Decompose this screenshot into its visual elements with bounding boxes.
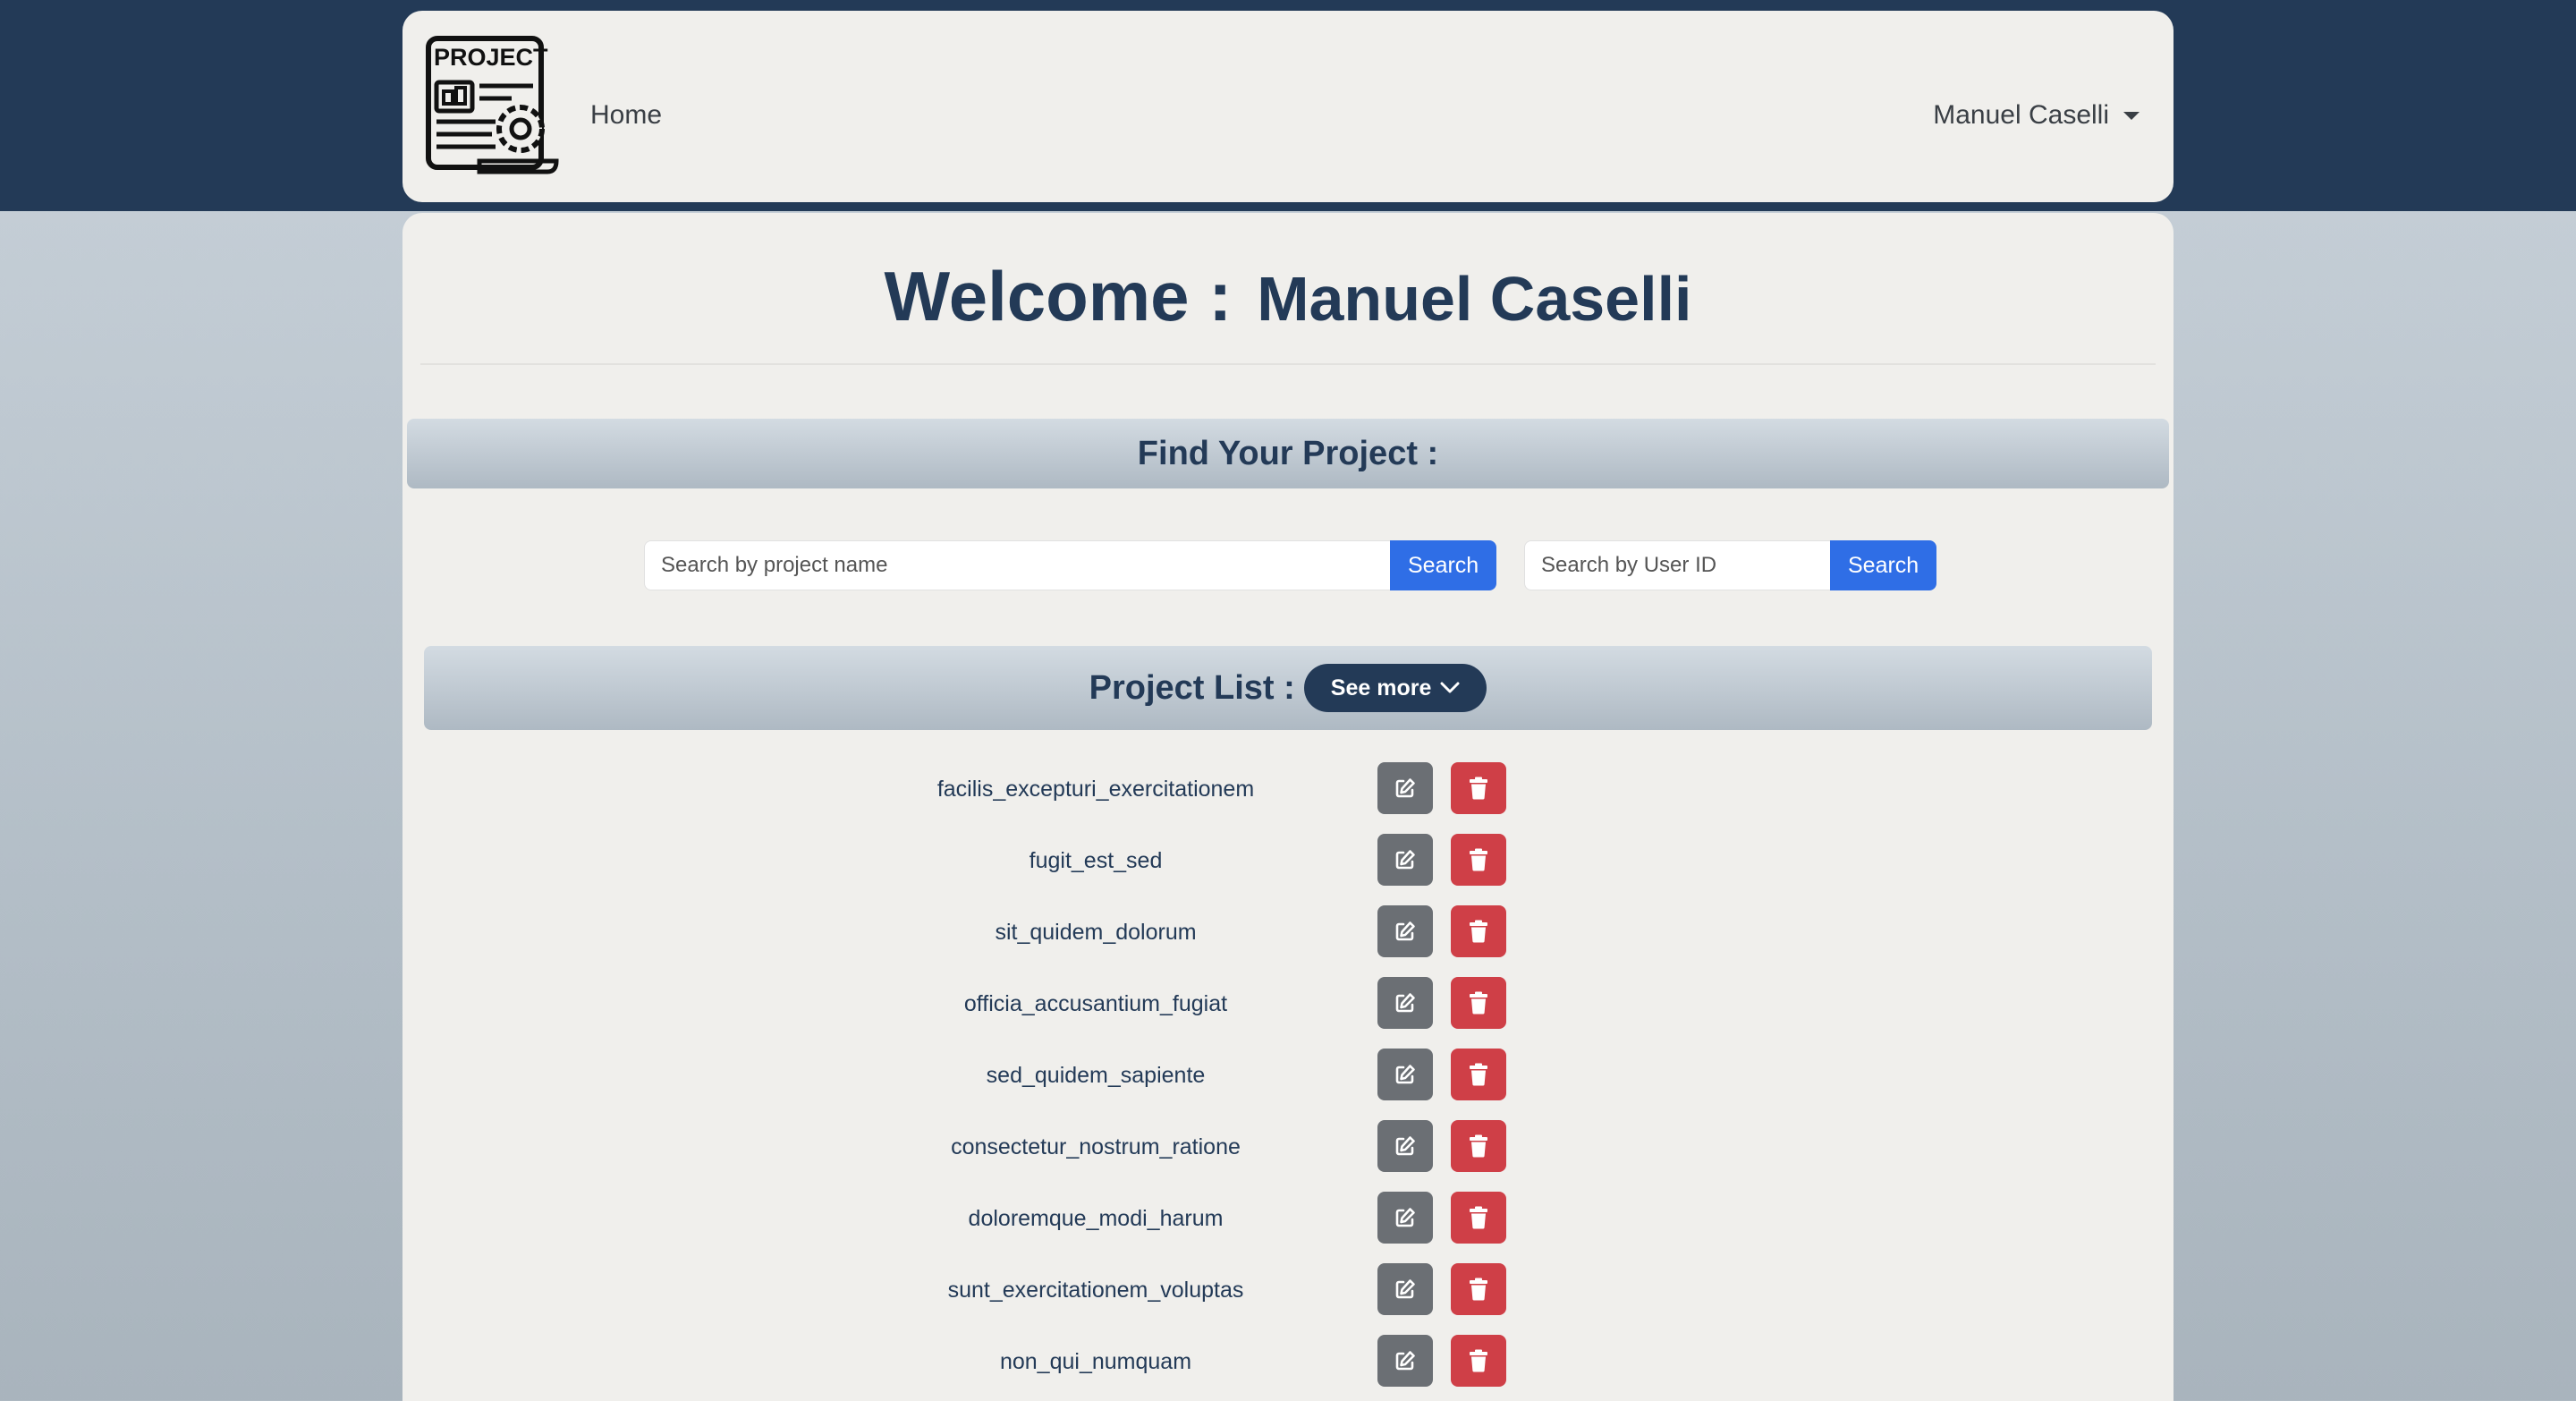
trash-icon (1470, 920, 1487, 943)
welcome-label: Welcome : (884, 257, 1233, 335)
edit-project-button[interactable] (1377, 834, 1433, 886)
project-name-search-button[interactable]: Search (1390, 540, 1497, 590)
project-row: fugit_est_sed (402, 834, 2174, 887)
delete-project-button[interactable] (1451, 834, 1506, 886)
project-logo-icon[interactable]: PROJECT (426, 36, 560, 175)
trash-icon (1470, 991, 1487, 1015)
edit-project-button[interactable] (1377, 762, 1433, 814)
logo-text: PROJECT (434, 44, 548, 71)
welcome-user-name: Manuel Caselli (1257, 264, 1692, 334)
delete-project-button[interactable] (1451, 1335, 1506, 1387)
trash-icon (1470, 777, 1487, 800)
user-id-search: Search (1524, 540, 1937, 590)
edit-project-button[interactable] (1377, 905, 1433, 957)
edit-icon (1395, 1065, 1415, 1084)
nav-home-link[interactable]: Home (590, 100, 662, 131)
caret-down-icon (2123, 111, 2140, 120)
project-row: non_qui_numquam (402, 1335, 2174, 1388)
edit-icon (1395, 1351, 1415, 1371)
edit-project-button[interactable] (1377, 1049, 1433, 1100)
project-list-title: Project List : (1089, 668, 1295, 707)
navbar: PROJECT Home Manuel Caselli (402, 11, 2174, 202)
edit-project-button[interactable] (1377, 1263, 1433, 1315)
see-more-label: See more (1330, 675, 1432, 700)
project-row: sit_quidem_dolorum (402, 905, 2174, 959)
project-name[interactable]: sed_quidem_sapiente (894, 1049, 1297, 1102)
delete-project-button[interactable] (1451, 1120, 1506, 1172)
edit-project-button[interactable] (1377, 1192, 1433, 1244)
delete-project-button[interactable] (1451, 1263, 1506, 1315)
project-name[interactable]: consectetur_nostrum_ratione (894, 1120, 1297, 1174)
project-name[interactable]: sunt_exercitationem_voluptas (894, 1263, 1297, 1317)
edit-icon (1395, 1279, 1415, 1299)
project-name[interactable]: fugit_est_sed (894, 834, 1297, 887)
find-project-title: Find Your Project : (1137, 434, 1439, 472)
divider (420, 363, 2156, 365)
edit-icon (1395, 993, 1415, 1013)
project-name[interactable]: officia_accusantium_fugiat (894, 977, 1297, 1031)
edit-icon (1395, 1136, 1415, 1156)
trash-icon (1470, 1134, 1487, 1158)
trash-icon (1470, 1063, 1487, 1086)
project-name[interactable]: facilis_excepturi_exercitationem (894, 762, 1297, 816)
delete-project-button[interactable] (1451, 905, 1506, 957)
project-list-bar: Project List : See more (424, 646, 2152, 730)
delete-project-button[interactable] (1451, 762, 1506, 814)
delete-project-button[interactable] (1451, 1049, 1506, 1100)
user-dropdown[interactable]: Manuel Caselli (1933, 100, 2140, 131)
user-id-search-input[interactable] (1524, 540, 1830, 590)
find-project-bar: Find Your Project : (407, 419, 2169, 488)
project-name-search: Search (644, 540, 1497, 590)
project-row: sed_quidem_sapiente (402, 1049, 2174, 1102)
user-name: Manuel Caselli (1933, 100, 2109, 130)
main-content: Welcome : Manuel Caselli Find Your Projec… (402, 213, 2174, 1401)
project-name[interactable]: sit_quidem_dolorum (894, 905, 1297, 959)
project-row: sunt_exercitationem_voluptas (402, 1263, 2174, 1317)
edit-icon (1395, 921, 1415, 941)
project-row: facilis_excepturi_exercitationem (402, 762, 2174, 816)
chevron-down-icon (1440, 682, 1460, 693)
edit-project-button[interactable] (1377, 1120, 1433, 1172)
edit-icon (1395, 850, 1415, 870)
user-id-search-button[interactable]: Search (1830, 540, 1937, 590)
trash-icon (1470, 1349, 1487, 1372)
project-row: doloremque_modi_harum (402, 1192, 2174, 1245)
delete-project-button[interactable] (1451, 977, 1506, 1029)
edit-project-button[interactable] (1377, 1335, 1433, 1387)
project-name-search-input[interactable] (644, 540, 1390, 590)
see-more-button[interactable]: See more (1303, 664, 1487, 712)
delete-project-button[interactable] (1451, 1192, 1506, 1244)
project-row: consectetur_nostrum_ratione (402, 1120, 2174, 1174)
edit-icon (1395, 1208, 1415, 1227)
trash-icon (1470, 1206, 1487, 1229)
welcome-heading: Welcome : Manuel Caselli (402, 256, 2174, 337)
project-name[interactable]: doloremque_modi_harum (894, 1192, 1297, 1245)
edit-icon (1395, 778, 1415, 798)
edit-project-button[interactable] (1377, 977, 1433, 1029)
trash-icon (1470, 848, 1487, 871)
trash-icon (1470, 1278, 1487, 1301)
project-row: officia_accusantium_fugiat (402, 977, 2174, 1031)
project-name[interactable]: non_qui_numquam (894, 1335, 1297, 1388)
